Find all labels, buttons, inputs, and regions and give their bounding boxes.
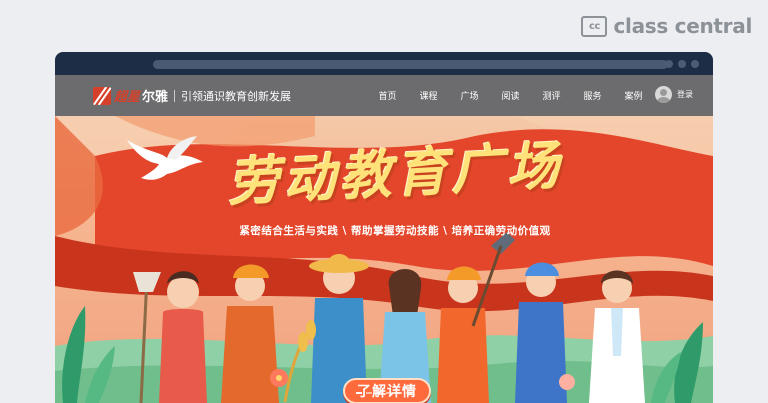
- carousel-dot[interactable]: [376, 392, 382, 394]
- class-central-name: class central: [613, 14, 752, 38]
- nav-item-reading[interactable]: 阅读: [490, 89, 531, 102]
- carousel-dot[interactable]: [386, 392, 392, 394]
- carousel-dot[interactable]: [406, 392, 412, 394]
- main-nav: 首页 课程 广场 阅读 测评 服务 案例: [367, 75, 654, 116]
- avatar-icon[interactable]: [655, 86, 672, 103]
- window-controls: [665, 60, 699, 68]
- carousel-dot[interactable]: [396, 392, 402, 394]
- nav-item-assessment[interactable]: 测评: [531, 89, 572, 102]
- nav-item-home[interactable]: 首页: [367, 89, 408, 102]
- hero-banner[interactable]: 劳动教育广场 紧密结合生活与实践 \ 帮助掌握劳动技能 \ 培养正确劳动价值观 …: [55, 116, 713, 403]
- brand-divider: [174, 89, 176, 102]
- brand-slogan: 引领通识教育创新发展: [181, 89, 292, 103]
- user-login[interactable]: 登录: [655, 86, 693, 103]
- carousel-dot[interactable]: [356, 392, 362, 394]
- banner-subline: 紧密结合生活与实践 \ 帮助掌握劳动技能 \ 培养正确劳动价值观: [239, 225, 551, 237]
- login-link[interactable]: 登录: [677, 89, 693, 100]
- class-central-badge: cc: [581, 15, 608, 37]
- brand-name: 尔雅: [142, 90, 169, 105]
- carousel-indicators: [55, 392, 713, 394]
- nav-item-services[interactable]: 服务: [572, 89, 613, 102]
- window-dot-icon[interactable]: [678, 60, 686, 68]
- chaoxing-logo-icon: [93, 86, 111, 105]
- address-bar[interactable]: [153, 60, 668, 69]
- nav-item-cases[interactable]: 案例: [613, 89, 654, 102]
- carousel-dot[interactable]: [366, 392, 372, 394]
- nav-item-courses[interactable]: 课程: [408, 89, 449, 102]
- window-dot-icon[interactable]: [665, 60, 673, 68]
- brand-script: 超星: [114, 90, 141, 105]
- browser-window: 超星 尔雅 引领通识教育创新发展 首页 课程 广场 阅读 测评 服务 案例 登录: [55, 52, 713, 403]
- site-header: 超星 尔雅 引领通识教育创新发展 首页 课程 广场 阅读 测评 服务 案例 登录: [55, 75, 713, 116]
- site-logo[interactable]: 超星 尔雅 引领通识教育创新发展: [93, 86, 291, 105]
- window-dot-icon[interactable]: [691, 60, 699, 68]
- class-central-logo: cc class central: [581, 14, 752, 38]
- learn-more-button[interactable]: 了解详情: [343, 378, 431, 403]
- nav-item-plaza[interactable]: 广场: [449, 89, 490, 102]
